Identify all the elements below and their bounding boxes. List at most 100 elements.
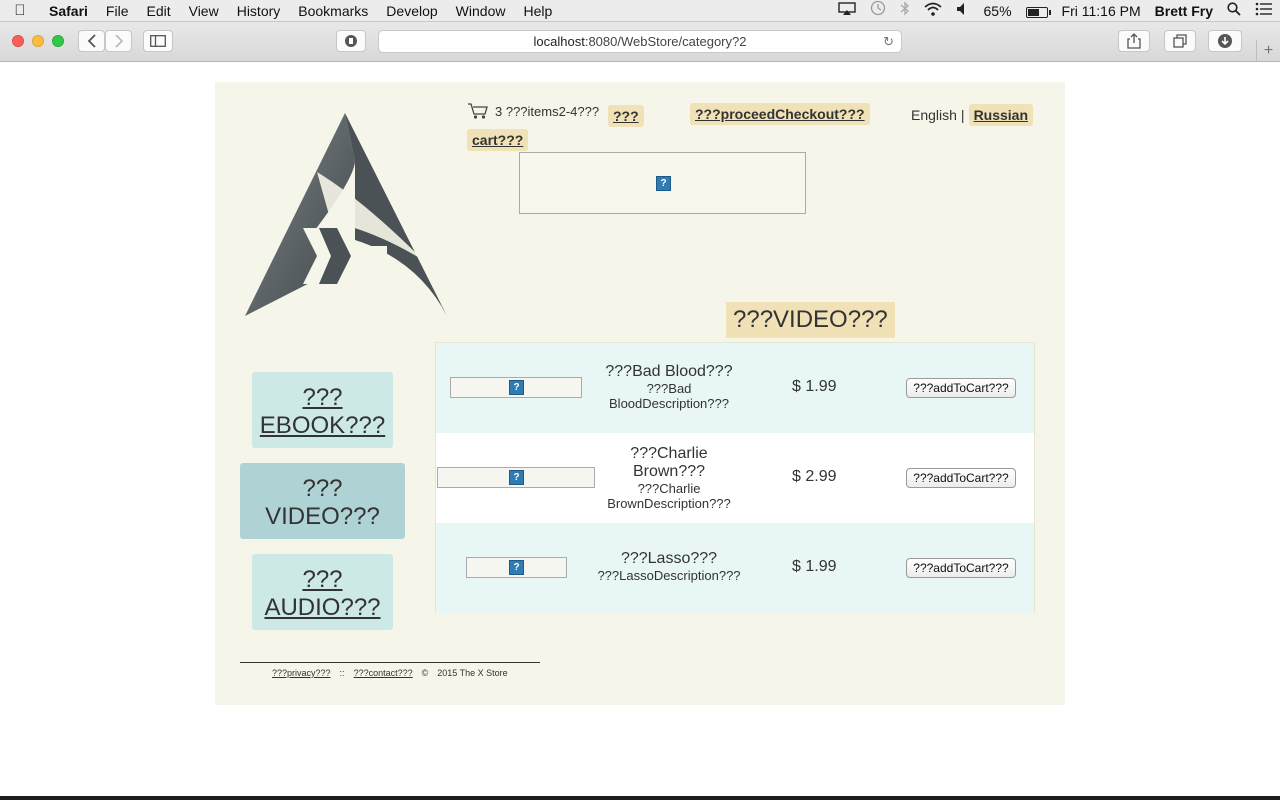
browser-toolbar: localhost:8080/WebStore/category?2 ↻ + xyxy=(0,22,1280,62)
forward-button[interactable] xyxy=(105,30,132,52)
product-info: ???Bad Blood??? ???Bad BloodDescription?… xyxy=(594,363,744,411)
category-ebook-line2: EBOOK??? xyxy=(259,412,386,439)
wifi-icon[interactable] xyxy=(917,0,949,22)
privacy-report-button[interactable] xyxy=(336,30,366,52)
contact-link[interactable]: ???contact??? xyxy=(354,668,413,678)
proceed-checkout-link[interactable]: ???proceedCheckout??? xyxy=(690,103,870,125)
add-to-cart-button[interactable]: ???addToCart??? xyxy=(906,378,1016,398)
shield-icon xyxy=(345,35,357,47)
downloads-button[interactable] xyxy=(1208,30,1242,52)
missing-image-icon: ? xyxy=(509,560,524,575)
add-to-cart-button[interactable]: ???addToCart??? xyxy=(906,558,1016,578)
cart-summary: 3 ???items2-4??? xyxy=(467,102,599,120)
chevron-right-icon xyxy=(114,34,123,48)
clock[interactable]: Fri 11:16 PM xyxy=(1055,0,1148,22)
product-description: ???LassoDescription??? xyxy=(597,568,741,583)
battery-icon[interactable] xyxy=(1019,0,1055,22)
product-price: $ 1.99 xyxy=(792,378,837,395)
product-row: ? ???Lasso??? ???LassoDescription??? $ 1… xyxy=(436,523,1034,613)
product-info: ???Lasso??? ???LassoDescription??? xyxy=(594,550,744,583)
lang-separator: | xyxy=(960,107,965,123)
notification-center-icon[interactable] xyxy=(1248,0,1280,22)
reload-icon[interactable]: ↻ xyxy=(883,31,894,53)
menu-app-safari[interactable]: Safari xyxy=(40,0,97,22)
minimize-window-button[interactable] xyxy=(32,35,44,47)
sidebar-toggle-button[interactable] xyxy=(143,30,173,52)
fullscreen-window-button[interactable] xyxy=(52,35,64,47)
store-container: 3 ???items2-4??? ??? cart??? ???proceedC… xyxy=(215,82,1065,705)
status-area: 65% Fri 11:16 PM Brett Fry xyxy=(831,0,1280,22)
store-logo xyxy=(245,113,447,316)
product-image[interactable]: ? xyxy=(450,377,582,398)
footer-separator: :: xyxy=(339,668,345,678)
product-description: ???Bad xyxy=(646,381,692,396)
user-name[interactable]: Brett Fry xyxy=(1148,0,1220,22)
bluetooth-icon[interactable] xyxy=(893,0,917,22)
download-icon xyxy=(1218,34,1232,48)
battery-fill xyxy=(1027,8,1039,16)
tabs-icon xyxy=(1173,34,1187,48)
copyright-symbol: © xyxy=(421,668,429,678)
product-image[interactable]: ? xyxy=(437,467,595,488)
tab-overview-button[interactable] xyxy=(1164,30,1196,52)
back-button[interactable] xyxy=(78,30,105,52)
footer: ???privacy??? :: ???contact??? © 2015 Th… xyxy=(272,668,508,678)
time-machine-icon[interactable] xyxy=(863,0,893,22)
volume-icon[interactable] xyxy=(949,0,977,22)
banner-image-box: ? xyxy=(519,152,806,214)
category-audio-link[interactable]: ??? AUDIO??? xyxy=(252,554,393,630)
view-cart-link[interactable]: ??? xyxy=(608,105,644,127)
product-image[interactable]: ? xyxy=(466,557,567,578)
share-button[interactable] xyxy=(1118,30,1150,52)
privacy-link[interactable]: ???privacy??? xyxy=(272,668,331,678)
new-tab-button[interactable]: + xyxy=(1256,40,1280,62)
apple-icon[interactable]:  xyxy=(0,2,40,19)
category-ebook-link[interactable]: ??? EBOOK??? xyxy=(252,372,393,448)
airplay-icon[interactable] xyxy=(831,0,863,22)
product-name-continued: Brown??? xyxy=(632,463,706,480)
menu-bookmarks[interactable]: Bookmarks xyxy=(289,0,377,22)
add-to-cart-button[interactable]: ???addToCart??? xyxy=(906,468,1016,488)
spotlight-icon[interactable] xyxy=(1220,0,1248,22)
close-window-button[interactable] xyxy=(12,35,24,47)
category-video-line2: VIDEO??? xyxy=(265,503,380,530)
category-title: ???VIDEO??? xyxy=(726,302,895,338)
url-host: localhost xyxy=(533,34,585,49)
lang-russian-link[interactable]: Russian xyxy=(968,104,1034,126)
category-video-line1: ??? xyxy=(302,475,343,502)
chevron-left-icon xyxy=(87,34,96,48)
product-description-continued: BrownDescription??? xyxy=(607,496,731,511)
product-description: ???Charlie xyxy=(637,481,701,496)
menu-window[interactable]: Window xyxy=(447,0,515,22)
menu-file[interactable]: File xyxy=(97,0,138,22)
share-icon xyxy=(1127,33,1141,49)
cart-count-text: 3 ???items2-4??? xyxy=(495,103,600,119)
menu-help[interactable]: Help xyxy=(514,0,561,22)
product-info: ???Charlie Brown??? ???Charlie BrownDesc… xyxy=(594,445,744,511)
category-ebook-line1: ??? xyxy=(302,384,343,411)
address-bar[interactable]: localhost:8080/WebStore/category?2 ↻ xyxy=(378,30,902,53)
view-cart-link-continued[interactable]: cart??? xyxy=(467,129,529,151)
lang-english[interactable]: English xyxy=(911,107,957,123)
copyright-text: 2015 The X Store xyxy=(437,668,508,678)
product-name: ???Charlie xyxy=(630,445,708,462)
product-row: ? ???Bad Blood??? ???Bad BloodDescriptio… xyxy=(436,343,1034,433)
product-price: $ 1.99 xyxy=(792,558,837,575)
url-path: :8080/WebStore/category?2 xyxy=(584,34,747,49)
menu-view[interactable]: View xyxy=(180,0,228,22)
shopping-cart-icon xyxy=(468,103,488,119)
product-name: ???Lasso??? xyxy=(620,550,718,567)
battery-percent: 65% xyxy=(983,3,1012,19)
category-video-link[interactable]: ??? VIDEO??? xyxy=(240,463,405,539)
product-name: ???Bad Blood??? xyxy=(605,363,733,380)
category-audio-line1: ??? xyxy=(302,566,343,593)
menu-bar:  Safari File Edit View History Bookmark… xyxy=(0,0,1280,22)
missing-image-icon: ? xyxy=(509,380,524,395)
product-list: ? ???Bad Blood??? ???Bad BloodDescriptio… xyxy=(435,342,1035,613)
menu-history[interactable]: History xyxy=(228,0,290,22)
menu-edit[interactable]: Edit xyxy=(137,0,179,22)
menu-develop[interactable]: Develop xyxy=(377,0,446,22)
language-switcher: English | Russian xyxy=(911,104,1034,126)
product-description-continued: BloodDescription??? xyxy=(609,396,729,411)
sidebar-icon xyxy=(150,35,166,47)
